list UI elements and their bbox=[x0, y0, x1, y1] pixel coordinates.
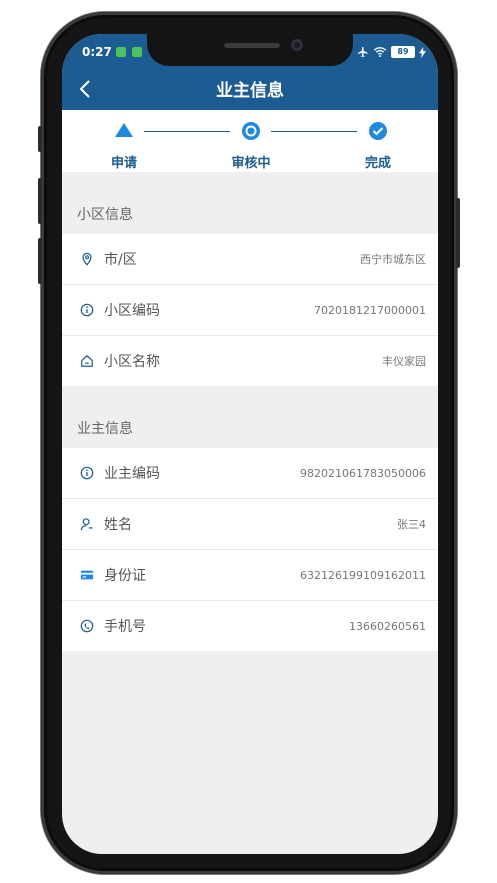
community-code-row: 小区编码 7020181217000001 bbox=[62, 285, 438, 336]
wifi-icon bbox=[373, 47, 387, 58]
power-button bbox=[456, 198, 460, 268]
step-label-reviewing: 审核中 bbox=[231, 156, 271, 171]
phone-number-label: 手机号 bbox=[104, 619, 146, 635]
community-name-label: 小区名称 bbox=[104, 354, 160, 370]
community-code-value: 7020181217000001 bbox=[314, 303, 426, 317]
step-label-complete: 完成 bbox=[364, 156, 391, 171]
notification-app-icon bbox=[116, 47, 126, 57]
speaker-grille bbox=[224, 43, 280, 48]
city-district-label: 市/区 bbox=[104, 252, 137, 268]
person-icon bbox=[80, 518, 93, 531]
info-icon bbox=[80, 466, 94, 480]
community-section-title: 小区信息 bbox=[77, 207, 133, 223]
airplane-mode-icon bbox=[358, 47, 368, 57]
status-time: 0:27 bbox=[82, 45, 112, 59]
info-icon bbox=[80, 303, 94, 317]
owner-section-title: 业主信息 bbox=[77, 421, 133, 437]
id-card-row: 身份证 632126199109162011 bbox=[62, 550, 438, 601]
phone-number-value: 13660260561 bbox=[349, 619, 426, 633]
app-header: 0:27 89 业主信息 bbox=[62, 34, 438, 110]
phone-number-row: 手机号 13660260561 bbox=[62, 601, 438, 651]
charging-icon bbox=[419, 46, 426, 58]
status-indicators: 89 bbox=[357, 46, 426, 58]
owner-code-label: 业主编码 bbox=[104, 466, 160, 482]
home-icon bbox=[81, 355, 93, 367]
owner-name-value: 张三4 bbox=[397, 518, 426, 531]
progress-steps: 申请 审核中 完成 bbox=[62, 110, 438, 172]
step-connector bbox=[271, 131, 357, 132]
community-name-row: 小区名称 丰仪家园 bbox=[62, 336, 438, 386]
check-circle-step-icon bbox=[369, 122, 387, 140]
phone-notch bbox=[147, 34, 353, 66]
location-pin-icon bbox=[82, 252, 92, 266]
app-screen: 0:27 89 业主信息 申请 审核中 完成 小区信息 市/区 西宁市城东区 小… bbox=[62, 34, 438, 854]
id-card-label: 身份证 bbox=[104, 568, 146, 584]
notification-app-icon bbox=[132, 47, 142, 57]
community-name-value: 丰仪家园 bbox=[382, 355, 426, 368]
owner-code-row: 业主编码 982021061783050006 bbox=[62, 448, 438, 499]
owner-code-value: 982021061783050006 bbox=[300, 466, 426, 480]
city-district-value: 西宁市城东区 bbox=[360, 253, 426, 266]
step-label-apply: 申请 bbox=[110, 156, 137, 171]
mute-switch bbox=[38, 126, 42, 152]
circle-dot-step-icon bbox=[242, 122, 260, 140]
battery-icon: 89 bbox=[391, 46, 415, 58]
owner-name-label: 姓名 bbox=[104, 517, 132, 533]
page-title: 业主信息 bbox=[216, 81, 284, 101]
volume-down-button bbox=[38, 238, 42, 284]
step-connector bbox=[144, 131, 230, 132]
community-code-label: 小区编码 bbox=[104, 303, 160, 319]
owner-info-list: 业主编码 982021061783050006 姓名 张三4 身份证 63212… bbox=[62, 448, 438, 651]
volume-up-button bbox=[38, 178, 42, 224]
city-district-row: 市/区 西宁市城东区 bbox=[62, 234, 438, 285]
owner-name-row: 姓名 张三4 bbox=[62, 499, 438, 550]
phone-icon bbox=[80, 619, 94, 633]
front-camera bbox=[291, 39, 303, 51]
id-card-value: 632126199109162011 bbox=[300, 568, 426, 582]
triangle-step-icon bbox=[115, 123, 133, 137]
community-info-list: 市/区 西宁市城东区 小区编码 7020181217000001 小区名称 丰仪… bbox=[62, 234, 438, 386]
id-card-icon bbox=[80, 570, 94, 580]
